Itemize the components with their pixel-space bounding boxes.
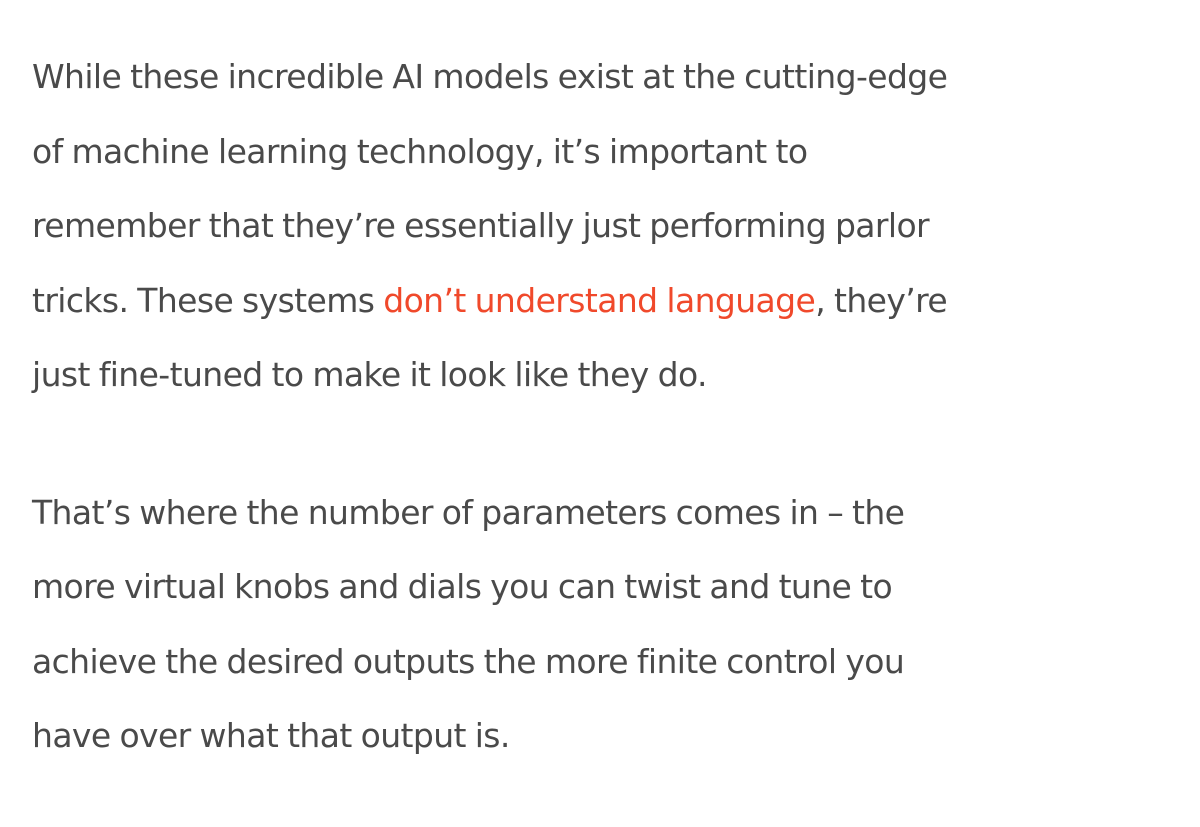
text-before-link: tricks. These systems	[32, 280, 384, 320]
paragraph-line: While these incredible AI models exist a…	[32, 57, 948, 96]
paragraph-line: more virtual knobs and dials you can twi…	[32, 567, 893, 606]
dont-understand-language-link[interactable]: don’t understand language	[383, 281, 816, 320]
paragraph-ai-models: While these incredible AI models exist a…	[32, 40, 1160, 413]
paragraph-line: have over what that output is.	[32, 716, 510, 755]
paragraph-line: achieve the desired outputs the more fin…	[32, 641, 905, 681]
paragraph-line-with-link: tricks. These systems don’t understand l…	[32, 264, 1160, 339]
paragraph-line: of machine learning technology, it’s imp…	[32, 131, 808, 171]
paragraph-line: just fine-tuned to make it look like the…	[32, 355, 707, 394]
text-after-link: , they’re	[815, 280, 948, 320]
paragraph-line: remember that they’re essentially just p…	[32, 206, 930, 245]
paragraph-parameters: That’s where the number of parameters co…	[32, 476, 1160, 774]
paragraph-line: That’s where the number of parameters co…	[32, 492, 905, 532]
article-body: While these incredible AI models exist a…	[0, 0, 1200, 827]
